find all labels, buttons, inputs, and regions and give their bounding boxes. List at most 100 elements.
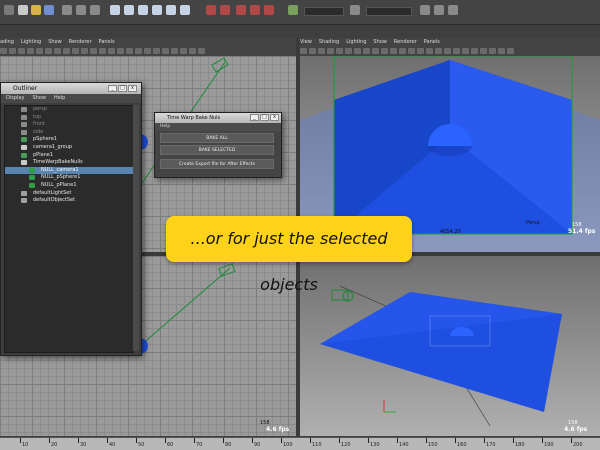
menu-panels[interactable]: Panels	[99, 39, 115, 45]
fps-bottom-left: 4.6 fps	[266, 426, 290, 433]
camera-icon	[21, 122, 27, 128]
outliner-item[interactable]: front	[5, 121, 133, 129]
history-icon[interactable]	[180, 5, 190, 15]
tool-settings-icon[interactable]	[434, 5, 444, 15]
timeline-tick	[513, 438, 514, 443]
channel-box-icon[interactable]	[350, 5, 360, 15]
bake-all-button[interactable]: BAKE ALL	[160, 133, 274, 143]
new-scene-icon[interactable]	[18, 5, 28, 15]
fps-bottom-right: 4.6 fps	[564, 426, 588, 433]
snap-surface-icon[interactable]	[166, 5, 176, 15]
menu-shading[interactable]: ading	[0, 39, 14, 45]
outliner-titlebar[interactable]: Outliner _ □ x	[1, 83, 141, 94]
outliner-scrollbar[interactable]	[133, 105, 139, 351]
bake-selected-button[interactable]: BAKE SELECTED	[160, 145, 274, 155]
outliner-item[interactable]: camera1_group	[5, 144, 133, 152]
outliner-item[interactable]: defaultObjectSet	[5, 197, 133, 205]
create-export-button[interactable]: Create Export file for After Effects	[160, 159, 274, 169]
timeline-label: 80	[225, 442, 232, 448]
close-button[interactable]: x	[128, 85, 137, 92]
group-icon	[21, 144, 27, 150]
select-tool-icon[interactable]	[62, 5, 72, 15]
menu-show[interactable]: Show	[373, 39, 387, 45]
menu-lighting[interactable]: Lighting	[21, 39, 41, 45]
outliner-item[interactable]: defaultLightSet	[5, 190, 133, 198]
close-button[interactable]: x	[270, 114, 279, 121]
outliner-item[interactable]: NULL_pPlane1	[5, 182, 133, 190]
attribute-editor-icon[interactable]	[420, 5, 430, 15]
save-scene-icon[interactable]	[44, 5, 54, 15]
outliner-list[interactable]: persp top front side pSphere1 camera1_group pP…	[4, 105, 134, 353]
mesh-icon	[21, 152, 27, 158]
outliner-item[interactable]: TimeWarpBakeNulls	[5, 159, 133, 167]
ipr-render-icon[interactable]	[220, 5, 230, 15]
menu-panels[interactable]: Panels	[424, 39, 440, 45]
outliner-item[interactable]: side	[5, 129, 133, 137]
outliner-item[interactable]: top	[5, 114, 133, 122]
set-icon	[21, 198, 27, 204]
render-view-icon[interactable]	[264, 5, 274, 15]
toolbar-menu-icon[interactable]	[4, 5, 14, 15]
render-icon[interactable]	[206, 5, 216, 15]
minimize-button[interactable]: _	[108, 85, 117, 92]
input-field[interactable]	[304, 7, 344, 16]
main-toolbar	[0, 0, 600, 25]
snap-plane-icon[interactable]	[152, 5, 162, 15]
null-icon	[29, 182, 35, 188]
mesh-icon	[21, 137, 27, 143]
timeline-tick	[542, 438, 543, 443]
timeline-label: 130	[370, 442, 380, 448]
menu-help[interactable]: Help	[54, 95, 65, 101]
camera-icon	[211, 57, 229, 73]
hypershade-icon[interactable]	[250, 5, 260, 15]
outliner-item[interactable]: persp	[5, 106, 133, 114]
outliner-window: Outliner _ □ x Display Show Help persp top f…	[0, 82, 142, 356]
persp-camera-label: Persp	[526, 220, 540, 226]
snap-curve-icon[interactable]	[124, 5, 134, 15]
maximize-button[interactable]: □	[260, 114, 269, 121]
timewarp-titlebar[interactable]: Time Warp Bake Nuls _ □ x	[155, 113, 281, 123]
outliner-item[interactable]: NULL_pSphere1	[5, 174, 133, 182]
command-field[interactable]	[366, 7, 412, 16]
open-scene-icon[interactable]	[31, 5, 41, 15]
timeline-tick	[310, 438, 311, 443]
menu-renderer[interactable]: Renderer	[69, 39, 92, 45]
outliner-item-label: NULL_pSphere1	[41, 174, 81, 181]
snap-point-icon[interactable]	[138, 5, 148, 15]
menu-shading[interactable]: Shading	[319, 39, 339, 45]
outliner-item-label: top	[33, 113, 42, 120]
null-icon	[29, 167, 35, 173]
timeline-tick	[20, 438, 21, 443]
menu-show[interactable]: Show	[48, 39, 62, 45]
outliner-item-label: side	[33, 128, 44, 135]
timeline-label: 90	[254, 442, 261, 448]
bottom-right-viewport[interactable]: 158 4.6 fps	[300, 256, 600, 436]
timewarp-menu: Help	[155, 123, 281, 131]
timeline-tick	[223, 438, 224, 443]
outliner-item-label: persp	[33, 106, 48, 112]
menu-show[interactable]: Show	[32, 95, 46, 101]
timeline-tick	[252, 438, 253, 443]
menu-view[interactable]: View	[300, 39, 312, 45]
input-mode-icon[interactable]	[288, 5, 298, 15]
timeline-label: 170	[486, 442, 496, 448]
layer-editor-icon[interactable]	[448, 5, 458, 15]
snap-grid-icon[interactable]	[110, 5, 120, 15]
render-settings-icon[interactable]	[236, 5, 246, 15]
menu-lighting[interactable]: Lighting	[346, 39, 366, 45]
outliner-item[interactable]: pPlane1	[5, 152, 133, 160]
lasso-tool-icon[interactable]	[76, 5, 86, 15]
minimize-button[interactable]: _	[250, 114, 259, 121]
outliner-item[interactable]: pSphere1	[5, 136, 133, 144]
timeline-tick	[49, 438, 50, 443]
paint-tool-icon[interactable]	[90, 5, 100, 15]
menu-display[interactable]: Display	[6, 95, 24, 101]
maximize-button[interactable]: □	[118, 85, 127, 92]
set-icon	[21, 190, 27, 196]
timeline-tick	[339, 438, 340, 443]
outliner-item-label: defaultLightSet	[33, 189, 72, 196]
outliner-item[interactable]: NULL_camera1	[5, 166, 133, 175]
menu-help[interactable]: Help	[160, 124, 170, 129]
menu-renderer[interactable]: Renderer	[394, 39, 417, 45]
time-slider[interactable]: 10 20 30 40 50 60 70 80 90 100 110 120 130 140 150 160 1…	[0, 437, 600, 450]
